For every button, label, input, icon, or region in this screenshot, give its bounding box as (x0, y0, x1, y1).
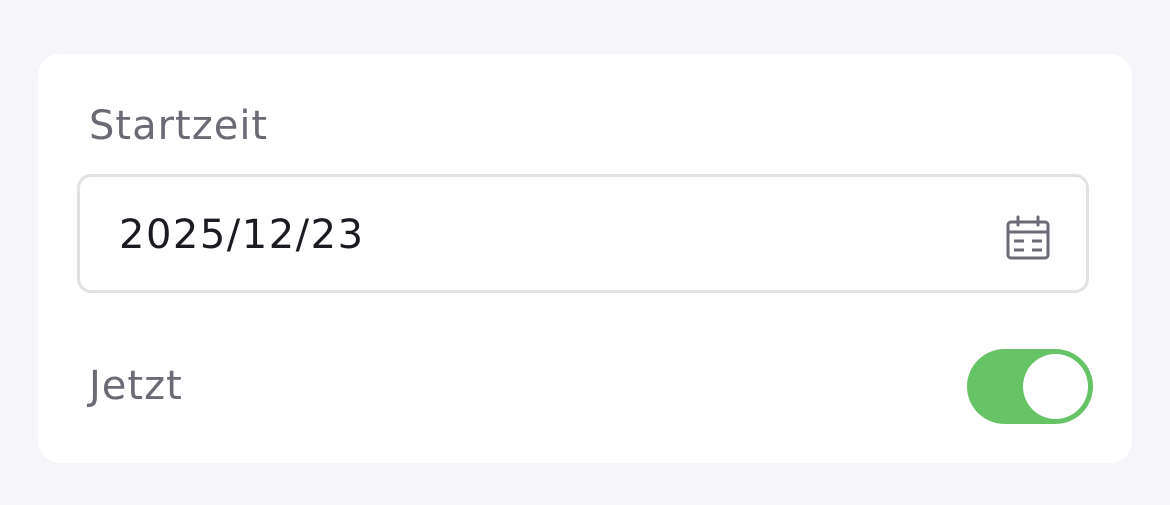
start-date-input[interactable]: 2025/12/23 (77, 174, 1089, 293)
settings-card: Startzeit 2025/12/23 Jetzt (38, 54, 1132, 463)
start-date-value[interactable]: 2025/12/23 (119, 211, 365, 259)
now-toggle-label: Jetzt (89, 363, 183, 409)
calendar-icon[interactable] (1004, 214, 1052, 262)
start-time-label: Startzeit (89, 103, 269, 149)
now-toggle[interactable] (967, 349, 1093, 424)
toggle-knob (1023, 354, 1088, 419)
